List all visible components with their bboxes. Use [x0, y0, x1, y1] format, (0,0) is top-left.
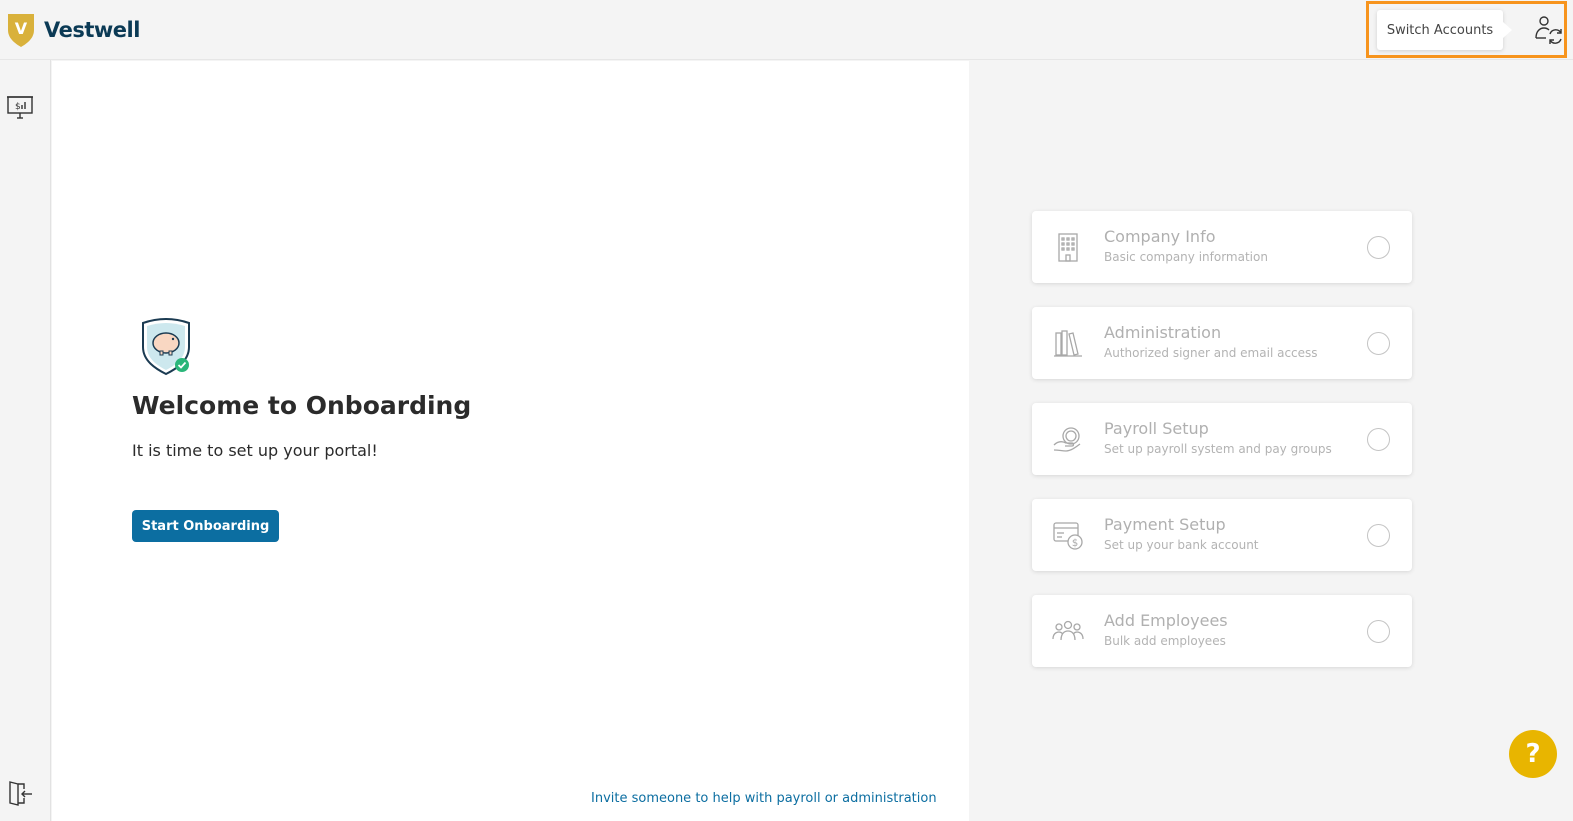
step-title: Administration: [1104, 323, 1222, 342]
tooltip-text: Switch Accounts: [1386, 22, 1494, 38]
help-button[interactable]: ?: [1509, 730, 1557, 778]
people-group-icon: [1052, 620, 1084, 641]
step-status-radio[interactable]: [1367, 620, 1390, 643]
step-subtitle: Set up your bank account: [1104, 538, 1259, 552]
invite-helper-link[interactable]: Invite someone to help with payroll or a…: [591, 791, 937, 806]
svg-text:$: $: [1072, 538, 1078, 549]
hand-coin-icon: [1053, 427, 1081, 452]
brand-name: Vestwell: [44, 18, 140, 42]
logo-letter: V: [15, 19, 28, 38]
building-icon: [1058, 233, 1078, 262]
steps-list: Company Info Basic company information A…: [1032, 211, 1412, 691]
step-title: Payment Setup: [1104, 515, 1226, 534]
vestwell-logo[interactable]: V Vestwell: [6, 12, 140, 48]
onboarding-steps-panel: Company Info Basic company information A…: [969, 61, 1573, 821]
switch-accounts-highlight: Switch Accounts: [1366, 1, 1567, 58]
sidebar: $: [0, 60, 51, 821]
books-icon: [1054, 330, 1082, 357]
step-subtitle: Authorized signer and email access: [1104, 346, 1318, 360]
presentation-dollar-icon[interactable]: $: [6, 93, 34, 121]
page-title: Welcome to Onboarding: [132, 391, 472, 420]
step-status-radio[interactable]: [1367, 236, 1390, 259]
step-status-radio[interactable]: [1367, 524, 1390, 547]
piggy-bank-shield-icon: [142, 318, 190, 376]
shield-logo-icon: V: [8, 14, 34, 47]
step-subtitle: Basic company information: [1104, 250, 1268, 264]
switch-accounts-tooltip: Switch Accounts: [1377, 10, 1512, 50]
page-subtitle: It is time to set up your portal!: [132, 441, 378, 460]
bank-card-icon: $: [1053, 522, 1083, 550]
user-switch-icon[interactable]: [1533, 14, 1565, 46]
svg-text:$: $: [15, 102, 21, 112]
step-title: Payroll Setup: [1104, 419, 1209, 438]
step-payment-setup[interactable]: $ Payment Setup Set up your bank account: [1032, 499, 1412, 571]
step-title: Company Info: [1104, 227, 1216, 246]
step-company-info[interactable]: Company Info Basic company information: [1032, 211, 1412, 283]
step-administration[interactable]: Administration Authorized signer and ema…: [1032, 307, 1412, 379]
step-payroll-setup[interactable]: Payroll Setup Set up payroll system and …: [1032, 403, 1412, 475]
step-status-radio[interactable]: [1367, 332, 1390, 355]
step-status-radio[interactable]: [1367, 428, 1390, 451]
top-bar: V Vestwell Switch Accounts: [0, 0, 1573, 60]
start-onboarding-button[interactable]: Start Onboarding: [132, 510, 279, 542]
step-subtitle: Bulk add employees: [1104, 634, 1226, 648]
step-subtitle: Set up payroll system and pay groups: [1104, 442, 1332, 456]
step-add-employees[interactable]: Add Employees Bulk add employees: [1032, 595, 1412, 667]
main-content: Welcome to Onboarding It is time to set …: [52, 61, 969, 821]
logout-door-icon[interactable]: [6, 779, 34, 807]
step-title: Add Employees: [1104, 611, 1228, 630]
